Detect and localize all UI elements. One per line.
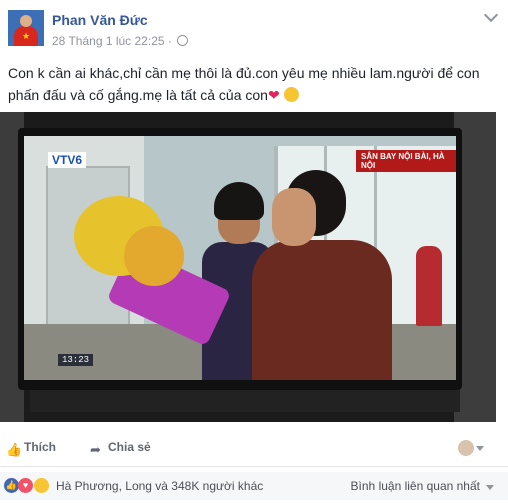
mother-coat (252, 240, 392, 380)
mother-figure (252, 170, 392, 380)
post-text: Con k cần ai khác,chỉ cần mẹ thôi là đủ.… (8, 62, 498, 106)
like-button[interactable]: Thích (24, 440, 56, 454)
reactions-summary[interactable]: Hà Phương, Long và 348K người khác (56, 479, 263, 493)
heart-emoji: ❤ (267, 87, 280, 103)
post-meta: 28 Tháng 1 lúc 22:25 · (52, 34, 189, 48)
post-text-line-2: phấn đấu và cố gắng.mẹ là tất cả của con… (8, 84, 498, 106)
like-icon[interactable]: 👍 (6, 442, 22, 458)
orange-flowers (124, 226, 184, 286)
love-reaction-icon[interactable]: ♥ (18, 478, 33, 493)
tv-set: VTV6 SÂN BAY NỘI BÀI, HÀ NỘI 13:23 (18, 128, 462, 390)
reactions-bar: 👍 ♥ Hà Phương, Long và 348K người khác B… (0, 472, 508, 500)
tv-screen: VTV6 SÂN BAY NỘI BÀI, HÀ NỘI 13:23 (24, 136, 456, 380)
bystander-figure (416, 246, 442, 326)
post-options-chevron-down-icon[interactable] (483, 7, 499, 23)
viewer-avatar[interactable] (458, 440, 474, 456)
avatar-figure-head (20, 15, 32, 27)
share-icon[interactable]: ➦ (90, 442, 101, 458)
post-text-line-1: Con k cần ai khác,chỉ cần mẹ thôi là đủ.… (8, 65, 480, 81)
flower-bouquet (54, 186, 232, 347)
sad-emoji[interactable] (34, 478, 49, 493)
viewer-chevron-down-icon[interactable] (476, 446, 484, 451)
location-caption: SÂN BAY NỘI BÀI, HÀ NỘI (356, 150, 456, 172)
post-actions-bar: 👍 Thích ➦ Chia sẻ (0, 436, 508, 462)
author-avatar[interactable]: ★ (8, 10, 44, 46)
mother-face (272, 188, 316, 246)
sort-chevron-down-icon[interactable] (486, 485, 494, 490)
post-photo[interactable]: VTV6 SÂN BAY NỘI BÀI, HÀ NỘI 13:23 (0, 112, 496, 422)
post-text-line-2-body: phấn đấu và cố gắng.mẹ là tất cả của con (8, 87, 268, 103)
globe-icon (177, 35, 189, 46)
broadcast-clock: 13:23 (58, 354, 94, 366)
tv-channel-logo: VTV6 (48, 152, 87, 168)
post-timestamp[interactable]: 28 Tháng 1 lúc 22:25 (52, 34, 165, 48)
divider (0, 466, 508, 467)
comment-sort-dropdown[interactable]: Bình luận liên quan nhất (351, 479, 480, 493)
share-button[interactable]: Chia sẻ (108, 440, 151, 454)
like-reaction-icon[interactable]: 👍 (4, 478, 19, 493)
facebook-post: ★ Phan Văn Đức 28 Tháng 1 lúc 22:25 · Co… (0, 0, 508, 503)
smile-emoji (283, 87, 299, 102)
avatar-star-icon: ★ (22, 31, 31, 41)
author-name[interactable]: Phan Văn Đức (52, 12, 148, 28)
tv-stand (30, 390, 460, 412)
meta-separator: · (167, 34, 172, 48)
